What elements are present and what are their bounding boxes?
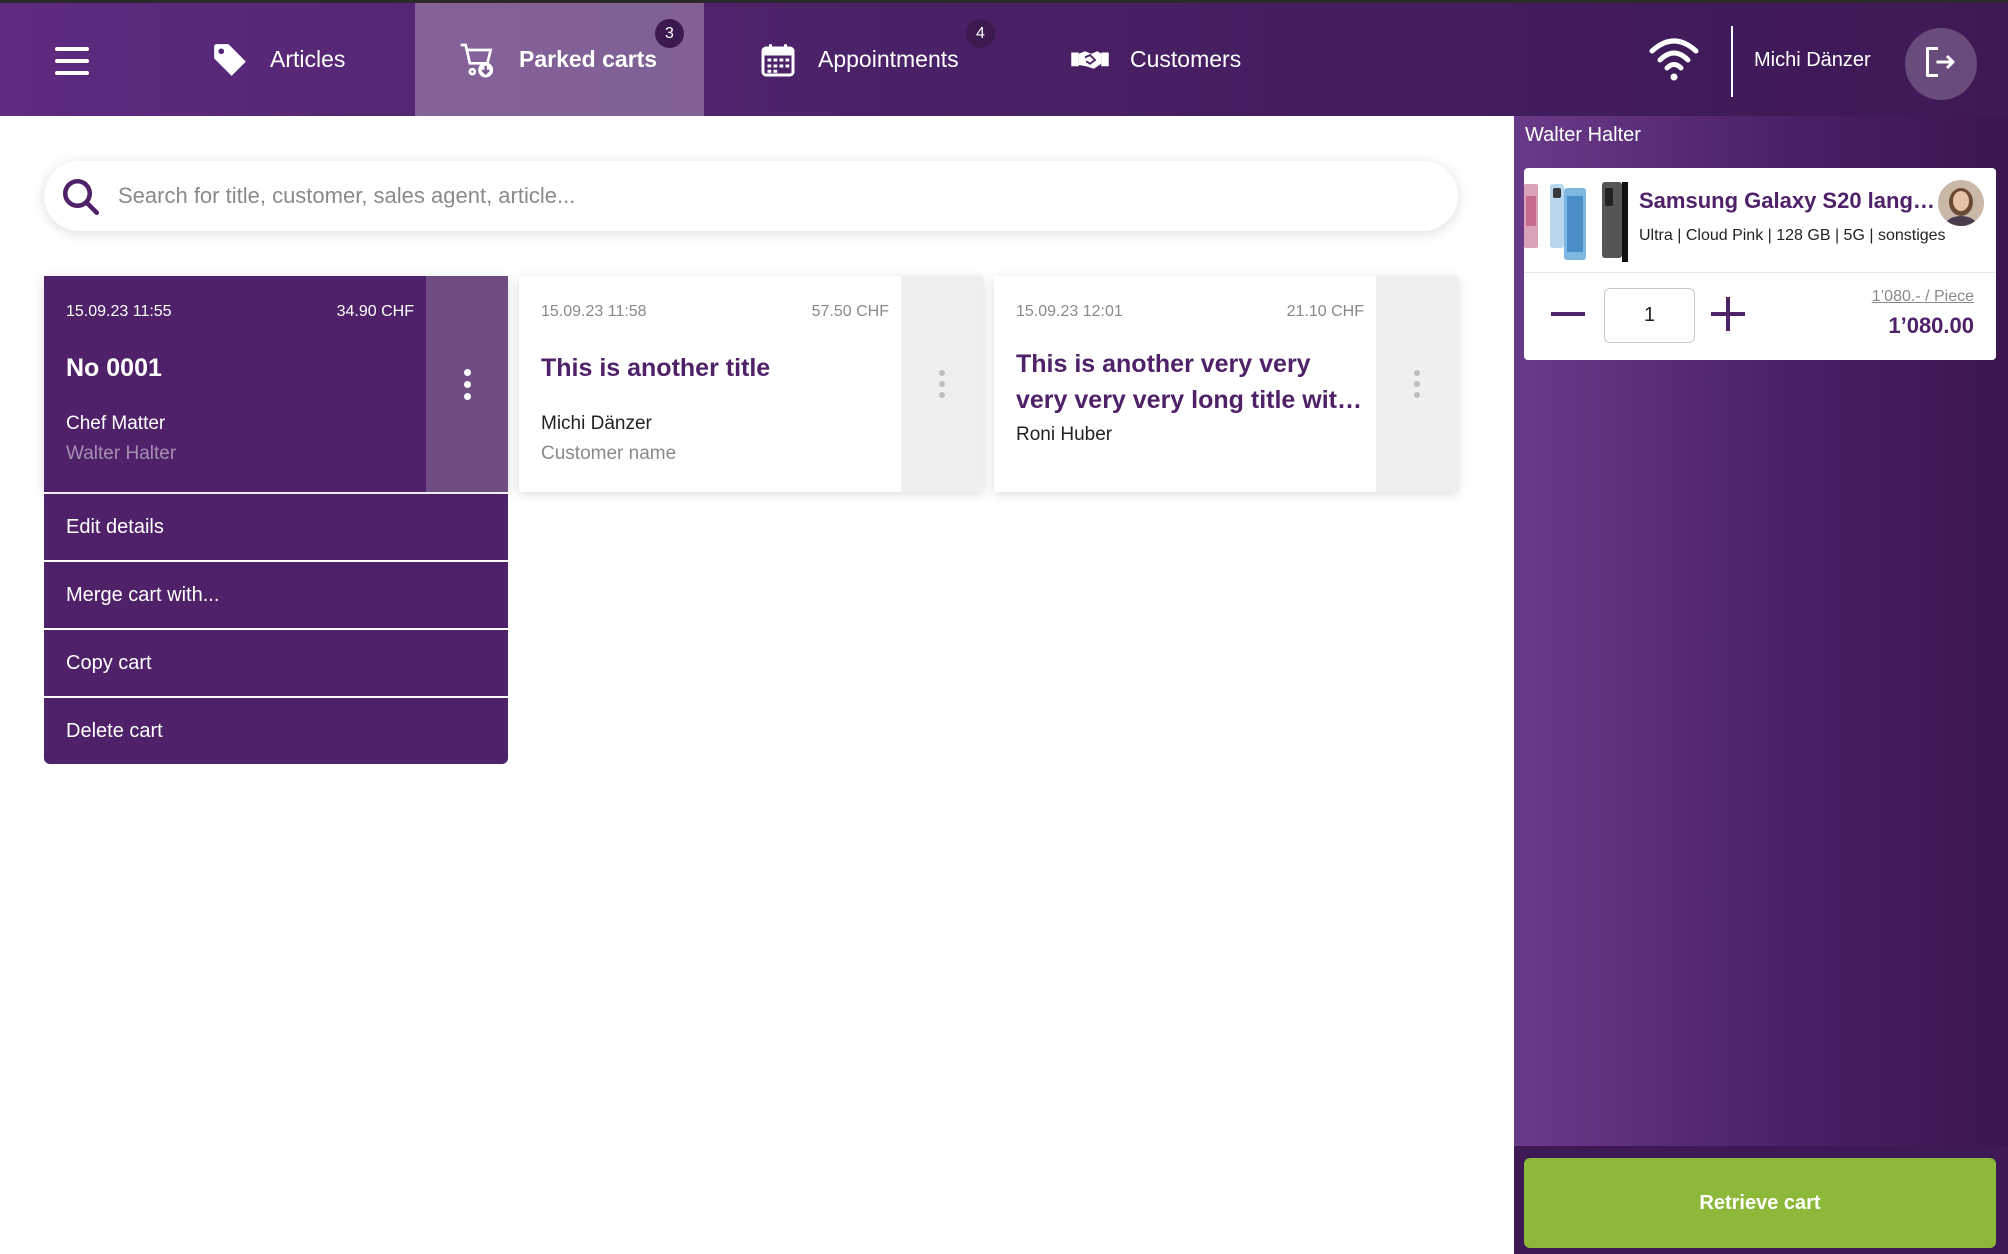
cart-price: 34.90 CHF	[336, 303, 414, 320]
tab-articles[interactable]: Articles	[190, 3, 415, 116]
tag-icon	[210, 40, 250, 80]
plus-icon	[1710, 296, 1746, 337]
user-name: Michi Dänzer	[1754, 49, 1871, 71]
cart-context-menu: Edit details Merge cart with... Copy car…	[44, 494, 508, 764]
tab-articles-label: Articles	[270, 46, 346, 72]
hamburger-menu-icon[interactable]	[36, 27, 108, 95]
cart-card-body[interactable]: 15.09.23 12:01 21.10 CHF This is another…	[994, 276, 1376, 492]
search-bar[interactable]	[44, 161, 1458, 231]
cart-card-body[interactable]: 15.09.23 11:58 57.50 CHF This is another…	[519, 276, 901, 492]
cart-date: 15.09.23 11:55	[66, 303, 172, 320]
more-vertical-icon	[463, 368, 471, 400]
appointments-count-badge: 4	[966, 19, 995, 48]
cart-panel-footer: Retrieve cart	[1514, 1146, 2008, 1254]
logout-icon	[1923, 44, 1959, 85]
cart-title: This is another very very very very very…	[1016, 350, 1353, 414]
cart-download-icon	[459, 40, 499, 80]
minus-icon	[1550, 296, 1586, 337]
cart-price: 57.50 CHF	[811, 303, 889, 320]
cart-line-item[interactable]: Samsung Galaxy S20 lang Ultra Cloud Pink…	[1524, 168, 1996, 360]
product-image	[1524, 176, 1628, 268]
cart-card-body[interactable]: 15.09.23 11:55 34.90 CHF No 0001 Chef Ma…	[44, 276, 426, 492]
cart-item-title: Samsung Galaxy S20 lang Ultra Cloud Pink	[1639, 188, 1939, 213]
more-vertical-icon	[1414, 370, 1420, 398]
cart-sales-agent: Michi Dänzer	[541, 413, 652, 434]
search-icon	[60, 176, 102, 218]
line-total: 1’080.00	[1888, 313, 1974, 338]
cart-date: 15.09.23 12:01	[1016, 303, 1123, 320]
tab-customers[interactable]: Customers	[1054, 3, 1314, 116]
cart-more-options-button[interactable]	[901, 276, 983, 492]
cart-more-options-button[interactable]	[1376, 276, 1458, 492]
retrieve-cart-button[interactable]: Retrieve cart	[1524, 1158, 1996, 1248]
merge-cart-menu-item[interactable]: Merge cart with...	[44, 562, 508, 628]
quantity-input[interactable]	[1604, 288, 1695, 343]
edit-details-menu-item[interactable]: Edit details	[44, 494, 508, 560]
parked-cart-card[interactable]: 15.09.23 11:58 57.50 CHF This is another…	[519, 276, 983, 492]
decrease-quantity-button[interactable]	[1546, 294, 1590, 338]
tab-appointments[interactable]: Appointments 4	[734, 3, 1024, 116]
cart-customer: Customer name	[541, 443, 677, 464]
cart-title: This is another title	[541, 354, 771, 382]
calendar-icon	[758, 40, 798, 80]
copy-cart-menu-item[interactable]: Copy cart	[44, 630, 508, 696]
cart-preview-panel: Walter Halter Samsung Galaxy S20 lang Ul…	[1514, 116, 2008, 1254]
divider	[1524, 272, 1996, 273]
cart-preview-customer: Walter Halter	[1525, 124, 1641, 146]
cart-more-options-button[interactable]	[426, 276, 508, 492]
cart-title: No 0001	[66, 354, 162, 382]
parked-cart-card[interactable]: 15.09.23 12:01 21.10 CHF This is another…	[994, 276, 1458, 492]
tab-customers-label: Customers	[1130, 46, 1242, 72]
parked-cart-card[interactable]: 15.09.23 11:55 34.90 CHF No 0001 Chef Ma…	[44, 276, 508, 492]
cart-date: 15.09.23 11:58	[541, 303, 647, 320]
cart-sales-agent: Roni Huber	[1016, 424, 1113, 445]
sales-agent-avatar	[1938, 180, 1984, 226]
parked-carts-count-badge: 3	[655, 19, 684, 48]
cart-item-variant: Ultra | Cloud Pink | 128 GB | 5G | sonst…	[1639, 227, 1946, 244]
search-input[interactable]	[118, 161, 1418, 231]
header-divider	[1731, 26, 1733, 97]
more-vertical-icon	[939, 370, 945, 398]
top-navigation-bar: Articles Parked carts 3 Appointments 4 C…	[0, 0, 2008, 116]
handshake-icon	[1070, 40, 1110, 80]
delete-cart-menu-item[interactable]: Delete cart	[44, 698, 508, 764]
cart-customer: Walter Halter	[66, 443, 177, 464]
increase-quantity-button[interactable]	[1706, 294, 1750, 338]
wifi-icon	[1646, 33, 1702, 85]
tab-parked-carts-label: Parked carts	[519, 46, 658, 72]
unit-price: 1’080.- / Piece	[1871, 288, 1974, 305]
logout-button[interactable]	[1905, 28, 1977, 100]
cart-price: 21.10 CHF	[1286, 303, 1364, 320]
cart-sales-agent: Chef Matter	[66, 413, 166, 434]
tab-appointments-label: Appointments	[818, 46, 959, 72]
tab-parked-carts[interactable]: Parked carts 3	[415, 3, 704, 116]
